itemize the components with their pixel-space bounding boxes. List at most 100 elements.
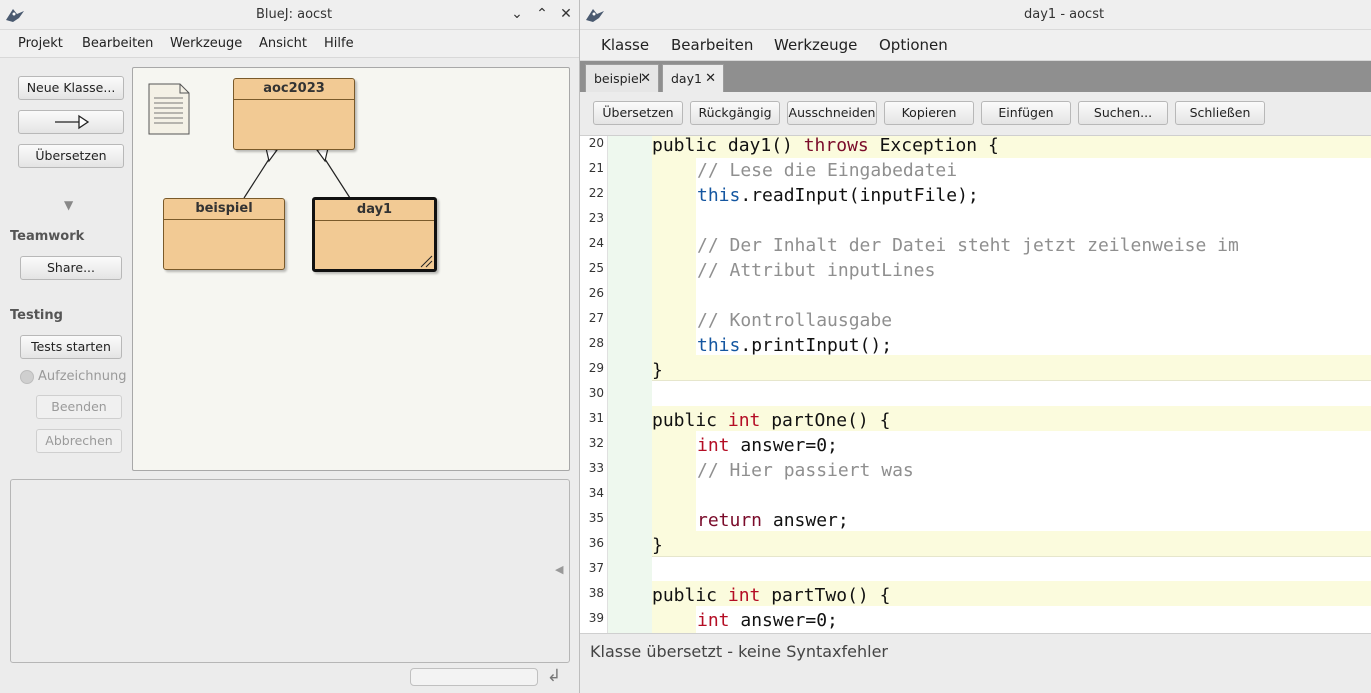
close-icon[interactable]: ✕ xyxy=(558,6,574,22)
line-number: 30 xyxy=(588,386,604,400)
code-token: answer=0; xyxy=(729,435,838,456)
readme-document-icon[interactable] xyxy=(148,83,190,135)
editor-status-bar: Klasse übersetzt - keine Syntaxfehler xyxy=(580,633,1371,693)
line-number: 29 xyxy=(588,361,604,375)
code-line-21: // Lese die Eingabedatei xyxy=(697,160,958,181)
project-menubar: Projekt Bearbeiten Werkzeuge Ansicht Hil… xyxy=(0,30,579,58)
code-type: int xyxy=(727,585,761,606)
line-number: 21 xyxy=(588,161,604,175)
code-editor[interactable]: 20 21 22 23 24 25 26 27 28 29 30 31 32 3… xyxy=(580,136,1371,633)
tab-label: day1 xyxy=(671,71,702,86)
code-line-22: this.readInput(inputFile); xyxy=(697,183,979,208)
inheritance-arrow-button[interactable] xyxy=(18,110,124,134)
bluej-project-window: BlueJ: aocst ⌄ ⌃ ✕ Projekt Bearbeiten We… xyxy=(0,0,580,693)
bluej-bird-icon xyxy=(6,9,24,22)
code-line-29: } xyxy=(652,360,663,381)
maximize-icon[interactable]: ⌃ xyxy=(534,6,550,22)
collapse-triangle-icon[interactable]: ▼ xyxy=(64,198,73,212)
code-line-38: public int partTwo() { xyxy=(652,583,890,608)
line-number: 37 xyxy=(588,561,604,575)
editor-window: day1 - aocst Klasse Bearbeiten Werkzeuge… xyxy=(580,0,1371,693)
find-button[interactable]: Suchen... xyxy=(1078,101,1168,125)
run-tests-button[interactable]: Tests starten xyxy=(20,335,122,359)
line-number: 36 xyxy=(588,536,604,550)
resize-handle-icon[interactable] xyxy=(419,254,433,268)
menu-bearbeiten[interactable]: Bearbeiten xyxy=(671,30,753,61)
share-button[interactable]: Share... xyxy=(20,256,122,280)
menu-optionen[interactable]: Optionen xyxy=(879,30,948,61)
bluej-bird-icon xyxy=(586,9,604,22)
editor-tab-bar: beispiel ✕ day1 ✕ xyxy=(580,61,1371,92)
cut-button[interactable]: Ausschneiden xyxy=(787,101,877,125)
code-line-36: } xyxy=(652,535,663,556)
code-token: partTwo() { xyxy=(760,585,891,606)
teamwork-heading: Teamwork xyxy=(10,229,85,244)
menu-klasse[interactable]: Klasse xyxy=(601,30,649,61)
line-number: 31 xyxy=(588,411,604,425)
code-token: public xyxy=(652,585,728,606)
compile-button[interactable]: Übersetzen xyxy=(18,144,124,168)
menu-werkzeuge[interactable]: Werkzeuge xyxy=(170,30,242,58)
menu-projekt[interactable]: Projekt xyxy=(18,30,63,58)
class-box-aoc2023[interactable]: aoc2023 xyxy=(233,78,355,150)
compile-status-message: Klasse übersetzt - keine Syntaxfehler xyxy=(590,642,888,661)
cancel-recording-button: Abbrechen xyxy=(36,429,122,453)
collapse-left-triangle-icon[interactable]: ◀ xyxy=(555,563,563,576)
code-line-39: int answer=0; xyxy=(697,608,838,633)
line-number: 32 xyxy=(588,436,604,450)
line-number: 20 xyxy=(588,136,604,150)
minimize-icon[interactable]: ⌄ xyxy=(509,6,525,22)
recording-indicator-icon xyxy=(20,370,34,384)
menu-werkzeuge[interactable]: Werkzeuge xyxy=(774,30,857,61)
code-token: public xyxy=(652,410,728,431)
code-line-25: // Attribut inputLines xyxy=(697,260,936,281)
code-type: int xyxy=(697,435,730,456)
paste-button[interactable]: Einfügen xyxy=(981,101,1071,125)
code-line-32: int answer=0; xyxy=(697,433,838,458)
scope-highlight-bar xyxy=(608,136,652,633)
menu-hilfe[interactable]: Hilfe xyxy=(324,30,354,58)
status-progress-bar xyxy=(410,668,538,686)
compile-button[interactable]: Übersetzen xyxy=(593,101,683,125)
code-token: answer; xyxy=(762,510,849,531)
project-titlebar: BlueJ: aocst ⌄ ⌃ ✕ xyxy=(0,0,579,30)
scope-separator xyxy=(652,380,1371,381)
testing-heading: Testing xyxy=(10,308,63,323)
line-number: 33 xyxy=(588,461,604,475)
code-token: Exception { xyxy=(868,136,999,156)
undo-button[interactable]: Rückgängig xyxy=(690,101,780,125)
menu-ansicht[interactable]: Ansicht xyxy=(259,30,307,58)
menu-bearbeiten[interactable]: Bearbeiten xyxy=(82,30,153,58)
line-number: 34 xyxy=(588,486,604,500)
code-this: this xyxy=(697,335,741,356)
class-diagram[interactable]: aoc2023 beispiel day1 xyxy=(132,67,570,471)
line-number: 38 xyxy=(588,586,604,600)
close-button[interactable]: Schließen xyxy=(1175,101,1265,125)
tab-day1[interactable]: day1 ✕ xyxy=(662,64,724,92)
code-type: int xyxy=(727,410,761,431)
code-token: partOne() { xyxy=(760,410,891,431)
code-line-33: // Hier passiert was xyxy=(697,460,914,481)
code-token: .readInput(inputFile); xyxy=(740,185,979,206)
code-line-24: // Der Inhalt der Datei steht jetzt zeil… xyxy=(697,235,1239,256)
class-box-day1[interactable]: day1 xyxy=(312,197,437,272)
class-box-beispiel[interactable]: beispiel xyxy=(163,198,285,270)
close-tab-icon[interactable]: ✕ xyxy=(640,65,651,92)
output-area xyxy=(10,479,570,663)
close-tab-icon[interactable]: ✕ xyxy=(705,65,716,92)
new-class-button[interactable]: Neue Klasse... xyxy=(18,76,124,100)
desktop: BlueJ: aocst ⌄ ⌃ ✕ Projekt Bearbeiten We… xyxy=(0,0,1371,693)
line-number: 39 xyxy=(588,611,604,625)
editor-titlebar: day1 - aocst xyxy=(580,0,1371,30)
code-keyword: return xyxy=(697,510,763,531)
reset-vm-icon[interactable]: ↲ xyxy=(547,666,561,686)
line-number: 26 xyxy=(588,286,604,300)
code-line-27: // Kontrollausgabe xyxy=(697,310,893,331)
copy-button[interactable]: Kopieren xyxy=(884,101,974,125)
line-number: 27 xyxy=(588,311,604,325)
code-line-35: return answer; xyxy=(697,508,849,533)
code-token: public day1() xyxy=(652,136,804,156)
tab-beispiel[interactable]: beispiel ✕ xyxy=(585,64,659,92)
line-number: 22 xyxy=(588,186,604,200)
line-number: 35 xyxy=(588,511,604,525)
